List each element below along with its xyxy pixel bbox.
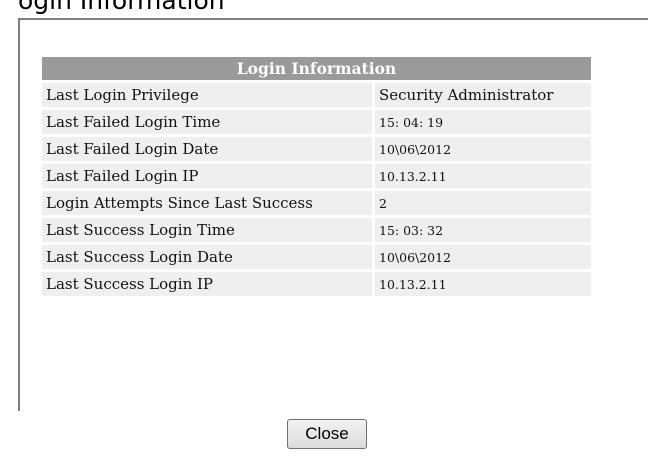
row-label: Last Success Login Time	[42, 218, 372, 242]
table-row: Last Failed Login Date 10\06\2012	[42, 137, 591, 161]
window-title-fragment: ogin Information	[18, 0, 225, 15]
table-row: Last Success Login Date 10\06\2012	[42, 245, 591, 269]
login-info-panel: Login Information Last Login Privilege S…	[18, 18, 648, 411]
row-value: 10\06\2012	[372, 137, 591, 161]
row-value: 2	[372, 191, 591, 215]
row-value: 10.13.2.11	[372, 272, 591, 296]
row-label: Last Login Privilege	[42, 83, 372, 107]
row-label: Login Attempts Since Last Success	[42, 191, 372, 215]
login-information-dialog: ogin Information Login Information Last …	[0, 0, 648, 459]
table-row: Last Login Privilege Security Administra…	[42, 83, 591, 107]
login-info-table: Login Information Last Login Privilege S…	[42, 54, 591, 299]
close-button[interactable]: Close	[287, 419, 367, 449]
row-label: Last Failed Login Time	[42, 110, 372, 134]
table-row: Last Success Login IP 10.13.2.11	[42, 272, 591, 296]
table-row: Login Attempts Since Last Success 2	[42, 191, 591, 215]
table-row: Last Success Login Time 15: 03: 32	[42, 218, 591, 242]
row-label: Last Failed Login Date	[42, 137, 372, 161]
table-title: Login Information	[42, 57, 591, 80]
row-value: 15: 03: 32	[372, 218, 591, 242]
row-value: 10.13.2.11	[372, 164, 591, 188]
table-row: Last Failed Login Time 15: 04: 19	[42, 110, 591, 134]
row-label: Last Success Login IP	[42, 272, 372, 296]
row-value: Security Administrator	[372, 83, 591, 107]
row-label: Last Failed Login IP	[42, 164, 372, 188]
row-label: Last Success Login Date	[42, 245, 372, 269]
row-value: 10\06\2012	[372, 245, 591, 269]
row-value: 15: 04: 19	[372, 110, 591, 134]
table-row: Last Failed Login IP 10.13.2.11	[42, 164, 591, 188]
table-header-row: Login Information	[42, 57, 591, 80]
